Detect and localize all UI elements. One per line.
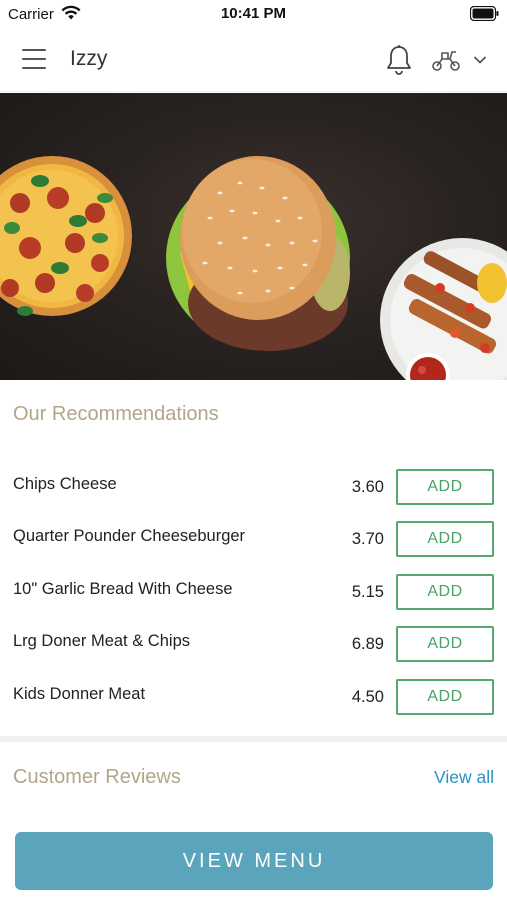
food-banner-image <box>0 156 507 380</box>
item-price: 4.50 <box>351 688 384 706</box>
status-bar: Carrier 10:41 PM <box>0 0 507 30</box>
app-header: Izzy <box>0 30 507 92</box>
chevron-down-icon[interactable] <box>472 52 488 68</box>
view-all-link[interactable]: View all <box>434 767 494 788</box>
clock: 10:41 PM <box>220 5 287 22</box>
list-item: Chips Cheese 3.60 ADD <box>0 469 507 521</box>
add-button[interactable]: ADD <box>396 469 494 505</box>
item-name: Kids Donner Meat <box>13 685 146 703</box>
delivery-scooter-icon[interactable] <box>430 48 462 72</box>
item-name: 10" Garlic Bread With Cheese <box>13 580 233 598</box>
menu-icon[interactable] <box>22 49 48 71</box>
add-button[interactable]: ADD <box>396 626 494 662</box>
item-price: 5.15 <box>351 583 384 601</box>
view-menu-button[interactable]: VIEW MENU <box>15 832 493 890</box>
item-name: Quarter Pounder Cheeseburger <box>13 527 246 545</box>
page-title: Izzy <box>70 47 108 70</box>
recommendations-heading: Our Recommendations <box>13 403 219 425</box>
list-item: 10" Garlic Bread With Cheese 5.15 ADD <box>0 574 507 626</box>
item-price: 3.70 <box>351 530 384 548</box>
item-name: Chips Cheese <box>13 475 117 493</box>
hero-banner <box>0 93 507 380</box>
list-item: Lrg Doner Meat & Chips 6.89 ADD <box>0 626 507 678</box>
kebab-plate-image <box>380 238 507 380</box>
burger-image <box>166 156 350 351</box>
pizza-image <box>0 156 132 316</box>
item-price: 6.89 <box>351 635 384 653</box>
list-item: Kids Donner Meat 4.50 ADD <box>0 679 507 731</box>
item-price: 3.60 <box>351 478 384 496</box>
add-button[interactable]: ADD <box>396 521 494 557</box>
bell-icon[interactable] <box>385 44 413 76</box>
add-button[interactable]: ADD <box>396 679 494 715</box>
section-divider <box>0 736 507 742</box>
battery-icon <box>470 6 499 21</box>
add-button[interactable]: ADD <box>396 574 494 610</box>
reviews-heading: Customer Reviews <box>13 766 181 788</box>
list-item: Quarter Pounder Cheeseburger 3.70 ADD <box>0 521 507 573</box>
item-name: Lrg Doner Meat & Chips <box>13 632 190 650</box>
